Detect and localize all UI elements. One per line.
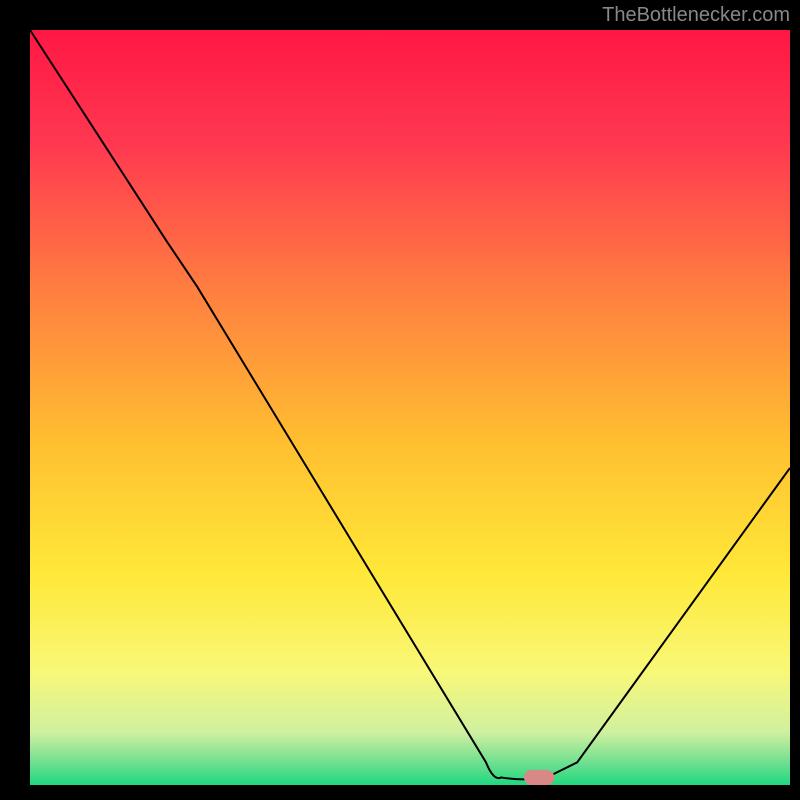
chart-background: [30, 30, 790, 785]
optimal-marker: [524, 770, 554, 785]
bottleneck-chart: [0, 0, 800, 800]
chart-container: [0, 0, 800, 800]
watermark-text: TheBottlenecker.com: [602, 4, 790, 27]
